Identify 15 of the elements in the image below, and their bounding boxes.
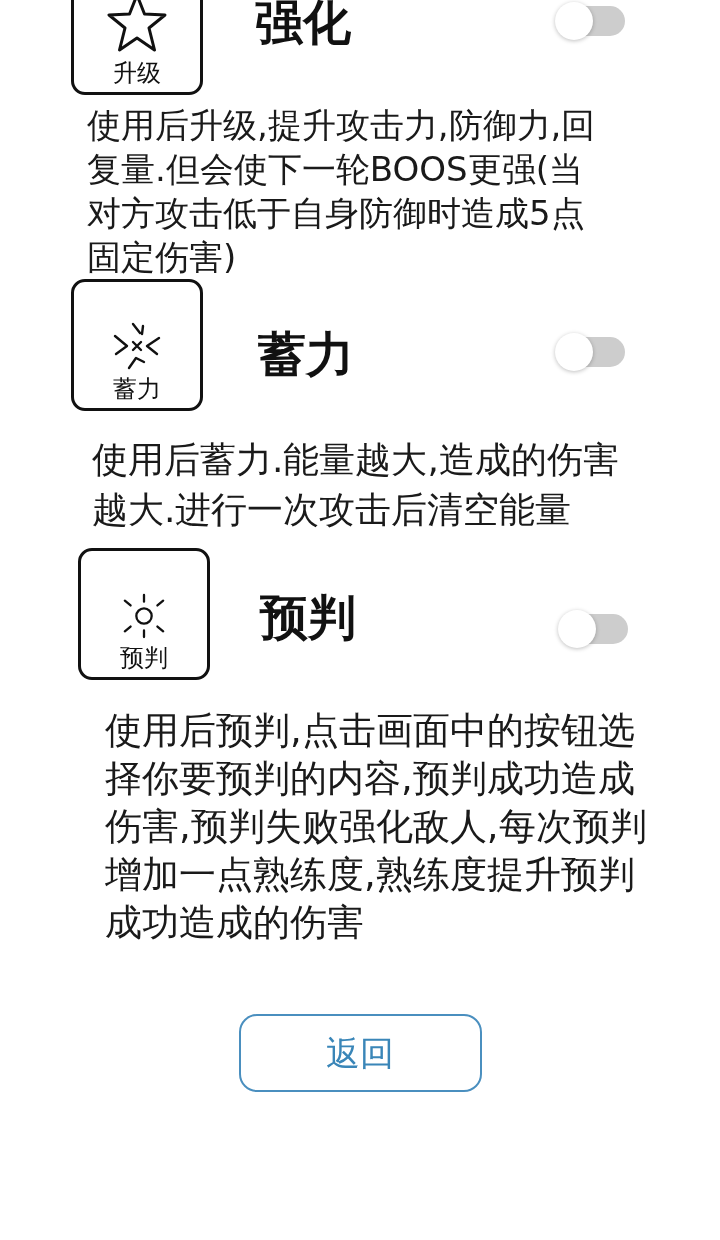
- skill-description: 使用后蓄力.能量越大,造成的伤害越大.进行一次攻击后清空能量: [92, 438, 620, 532]
- badge-label: 预判: [120, 643, 168, 673]
- toggle-switch[interactable]: [555, 333, 625, 371]
- badge-label: 蓄力: [113, 374, 161, 404]
- skill-title: 蓄力: [258, 326, 354, 382]
- toggle-switch[interactable]: [555, 2, 625, 40]
- skill-title: 强化: [255, 0, 351, 50]
- sun-icon: [121, 593, 167, 639]
- badge-label: 升级: [113, 58, 161, 88]
- skill-description: 使用后预判,点击画面中的按钮选择你要预判的内容,预判成功造成伤害,预判失败强化敌人,每次预判增加一点熟练度,熟练度提升预判成功造成的伤害: [105, 708, 648, 946]
- skill-description: 使用后升级,提升攻击力,防御力,回复量.但会使下一轮BOOS更强(当对方攻击低于自身防御时造成5点固定伤害): [87, 104, 597, 279]
- back-button[interactable]: 返回: [238, 1014, 482, 1092]
- toggle-switch[interactable]: [558, 610, 628, 648]
- skill-title: 预判: [260, 589, 356, 645]
- burst-icon: [113, 322, 161, 370]
